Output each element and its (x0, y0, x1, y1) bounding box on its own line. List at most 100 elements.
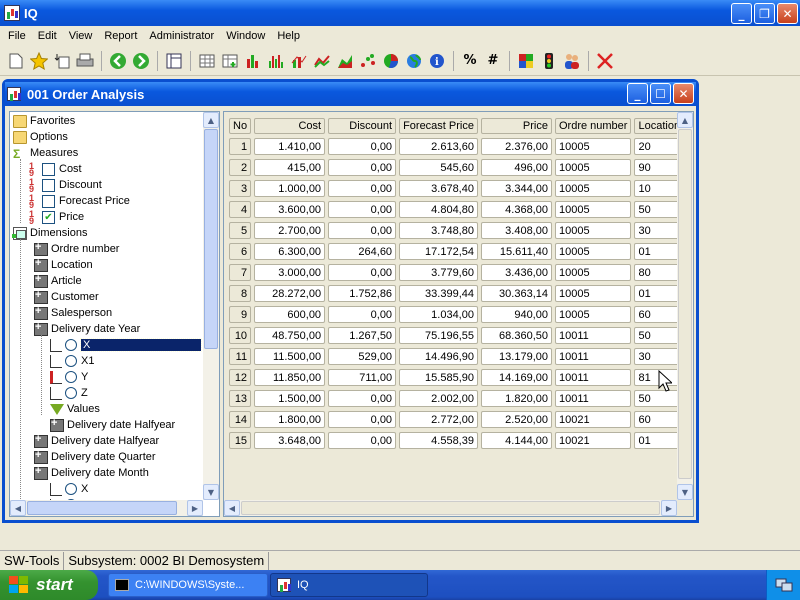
new-icon[interactable] (6, 51, 26, 71)
color-grid-icon[interactable] (516, 51, 536, 71)
table-cell[interactable]: 1 (229, 138, 252, 155)
task-iq[interactable]: IQ (270, 573, 428, 597)
table-cell[interactable]: 6.300,00 (254, 243, 326, 260)
table-cell[interactable]: 8 (229, 285, 252, 302)
table-cell[interactable]: 1.267,50 (328, 327, 397, 344)
table-cell[interactable]: 0,00 (328, 159, 397, 176)
table-cell[interactable]: 15 (229, 432, 252, 449)
table-cell[interactable]: 15.585,90 (399, 369, 478, 386)
forward-icon[interactable] (131, 51, 151, 71)
back-icon[interactable] (108, 51, 128, 71)
table-cell[interactable]: 2.613,60 (399, 138, 478, 155)
tree-dim-delivery-halfyear[interactable]: Delivery date Halfyear (34, 433, 159, 449)
table-cell[interactable]: 11 (229, 348, 252, 365)
table-cell[interactable]: 545,60 (399, 159, 478, 176)
scatter-chart-icon[interactable] (358, 51, 378, 71)
scroll-right-icon[interactable]: ▶ (661, 500, 677, 516)
tree-options[interactable]: Options (13, 129, 68, 145)
col-price[interactable]: Price (480, 118, 552, 134)
table-cell[interactable]: 33.399,44 (399, 285, 478, 302)
table-cell[interactable]: 30.363,14 (480, 285, 552, 302)
menu-file[interactable]: File (2, 30, 32, 42)
scroll-up-icon[interactable]: ▲ (203, 112, 219, 128)
table-cell[interactable]: 10 (229, 327, 252, 344)
table-cell[interactable]: 10021 (554, 411, 632, 428)
menu-window[interactable]: Window (220, 30, 271, 42)
number-icon[interactable]: # (483, 51, 503, 71)
table-row[interactable]: 11 11.500,00 529,00 14.496,90 13.179,00 10011… (229, 348, 685, 365)
table-cell[interactable]: 10005 (554, 285, 632, 302)
axis-y-radio[interactable] (65, 371, 77, 383)
minimize-button[interactable]: _ (731, 3, 752, 24)
table-row[interactable]: 13 1.500,00 0,00 2.002,00 1.820,00 10011 50 (229, 390, 685, 407)
table-row[interactable]: 4 3.600,00 0,00 4.804,80 4.368,00 10005 50 (229, 201, 685, 218)
scroll-down-icon[interactable]: ▼ (203, 484, 219, 500)
table-cell[interactable]: 10011 (554, 348, 632, 365)
column-chart-icon[interactable] (266, 51, 286, 71)
table-row[interactable]: 12 11.850,00 711,00 15.585,90 14.169,00 10011… (229, 369, 685, 386)
scroll-up-icon[interactable]: ▲ (677, 112, 693, 128)
layout-icon[interactable] (164, 51, 184, 71)
table-cell[interactable]: 4.558,39 (399, 432, 478, 449)
table-row[interactable]: 6 6.300,00 264,60 17.172,54 15.611,40 10005 01 (229, 243, 685, 260)
globe-icon[interactable] (404, 51, 424, 71)
percent-icon[interactable]: % (460, 51, 480, 71)
table-cell[interactable]: 1.500,00 (254, 390, 326, 407)
tree-axis-z[interactable]: Z (50, 385, 88, 401)
table-cell[interactable]: 2.376,00 (480, 138, 552, 155)
users-icon[interactable] (562, 51, 582, 71)
table-cell[interactable]: 0,00 (328, 432, 397, 449)
table-cell[interactable]: 4.144,00 (480, 432, 552, 449)
scroll-left-icon[interactable]: ◀ (10, 500, 26, 516)
table-cell[interactable]: 13.179,00 (480, 348, 552, 365)
print-icon[interactable] (75, 51, 95, 71)
info-icon[interactable]: i (427, 51, 447, 71)
tree-value-halfyear[interactable]: Delivery date Halfyear (50, 417, 175, 433)
tree-vertical-scrollbar[interactable]: ▲ ▼ (203, 112, 219, 500)
table-cell[interactable]: 0,00 (328, 306, 397, 323)
table-cell[interactable]: 496,00 (480, 159, 552, 176)
start-button[interactable]: start (0, 570, 98, 600)
table-cell[interactable]: 13 (229, 390, 252, 407)
table-cell[interactable]: 10005 (554, 138, 632, 155)
cost-checkbox[interactable] (42, 162, 55, 176)
table-cell[interactable]: 2.002,00 (399, 390, 478, 407)
table-cell[interactable]: 7 (229, 264, 252, 281)
table-cell[interactable]: 10005 (554, 159, 632, 176)
col-forecast-price[interactable]: Forecast Price (399, 118, 478, 134)
axis-z-radio[interactable] (65, 387, 77, 399)
axis-x1-radio[interactable] (65, 355, 77, 367)
col-no[interactable]: No (229, 118, 252, 134)
table-cell[interactable]: 3.436,00 (480, 264, 552, 281)
tree-measure-discount[interactable]: 1 9 Discount (29, 177, 102, 193)
table-cell[interactable]: 0,00 (328, 222, 397, 239)
table-cell[interactable]: 2 (229, 159, 252, 176)
table-cell[interactable]: 3.344,00 (480, 180, 552, 197)
table-cell[interactable]: 4.804,80 (399, 201, 478, 218)
table-cell[interactable]: 11.850,00 (254, 369, 326, 386)
tree-dim-location[interactable]: Location (34, 257, 93, 273)
tree-dim-delivery-month[interactable]: Delivery date Month (34, 465, 149, 481)
menu-view[interactable]: View (63, 30, 99, 42)
table-cell[interactable]: 940,00 (480, 306, 552, 323)
table-cell[interactable]: 415,00 (254, 159, 326, 176)
table-cell[interactable]: 10005 (554, 222, 632, 239)
table-cell[interactable]: 3 (229, 180, 252, 197)
table-cell[interactable]: 14.169,00 (480, 369, 552, 386)
tree-dim-ordre-number[interactable]: Ordre number (34, 241, 119, 257)
tree-measure-price[interactable]: 1 9 ✔ Price (29, 209, 84, 225)
tree-horizontal-scrollbar[interactable]: ◀ ▶ (10, 500, 203, 516)
table-cell[interactable]: 0,00 (328, 138, 397, 155)
tree-dim-article[interactable]: Article (34, 273, 82, 289)
table-cell[interactable]: 5 (229, 222, 252, 239)
tree-measures[interactable]: Σ Measures (13, 145, 78, 161)
tree-hscroll-thumb[interactable] (27, 501, 177, 515)
table-cell[interactable]: 0,00 (328, 201, 397, 218)
table-row[interactable]: 14 1.800,00 0,00 2.772,00 2.520,00 10021 60 (229, 411, 685, 428)
grid-add-icon[interactable] (220, 51, 240, 71)
table-row[interactable]: 15 3.648,00 0,00 4.558,39 4.144,00 10021 01 (229, 432, 685, 449)
bar-chart-icon[interactable] (243, 51, 263, 71)
table-row[interactable]: 8 28.272,00 1.752,86 33.399,44 30.363,14 1000… (229, 285, 685, 302)
tree-scroll-thumb[interactable] (204, 129, 218, 349)
table-cell[interactable]: 3.748,80 (399, 222, 478, 239)
